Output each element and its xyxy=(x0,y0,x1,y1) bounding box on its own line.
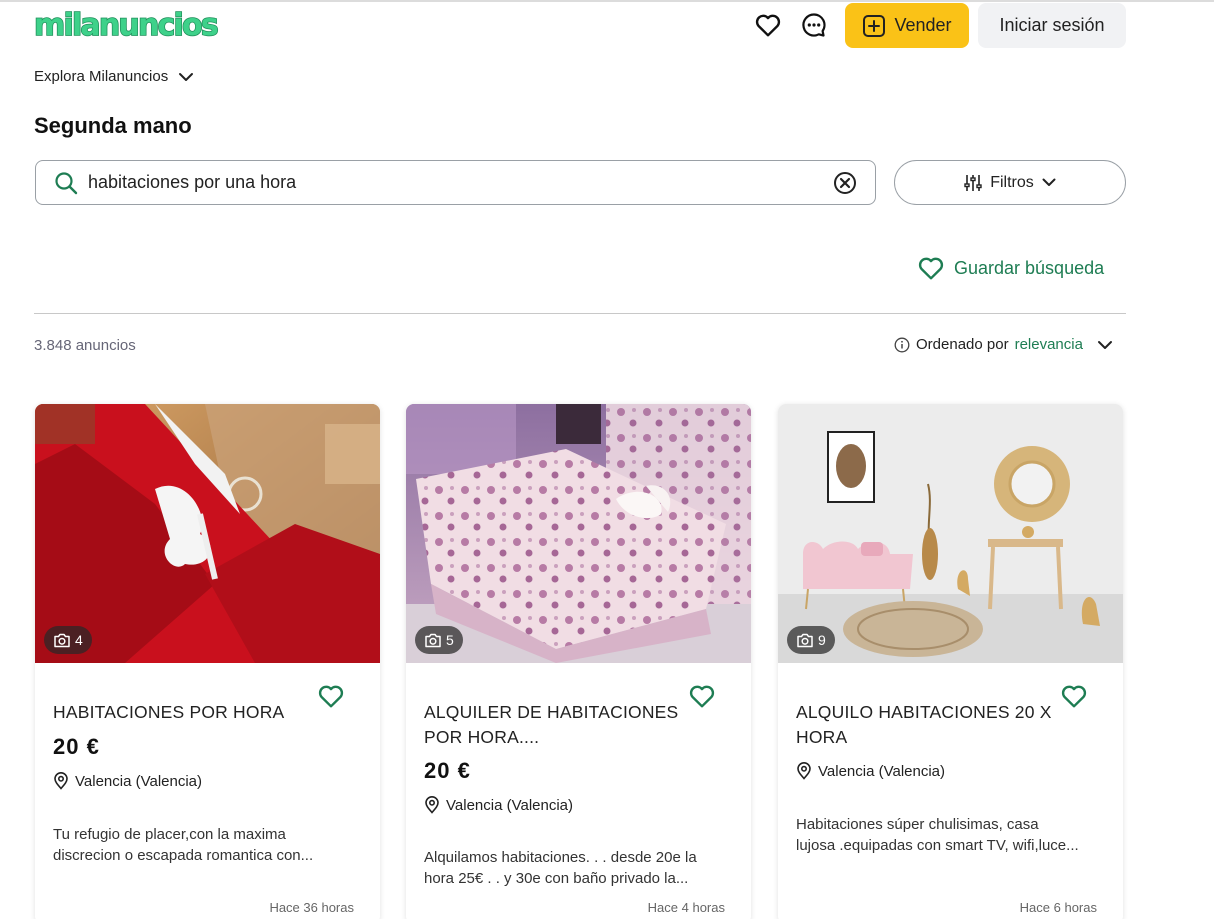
location-pin-icon xyxy=(425,796,439,814)
photo-count-badge: 5 xyxy=(415,626,463,654)
save-search-label: Guardar búsqueda xyxy=(954,257,1105,278)
listing-description: Habitaciones súper chulisimas, casa lujo… xyxy=(796,814,1096,856)
results-count: 3.848 anuncios xyxy=(34,337,136,354)
location-pin-icon xyxy=(54,772,68,790)
chevron-down-icon xyxy=(1042,178,1056,186)
sort-prefix: Ordenado por xyxy=(916,336,1009,353)
location-pin-icon xyxy=(797,762,811,780)
save-search-button[interactable]: Guardar búsqueda xyxy=(918,256,1104,280)
sort-selector[interactable]: Ordenado por relevancia xyxy=(894,336,1113,353)
location-label: Valencia (Valencia) xyxy=(818,762,946,780)
top-border xyxy=(0,0,1214,2)
chat-bubble-icon xyxy=(802,13,826,37)
description-line: Habitaciones súper chulisimas, casa xyxy=(796,816,1039,833)
chevron-down-icon xyxy=(1097,340,1112,349)
clear-search-button[interactable] xyxy=(833,171,857,195)
heart-icon xyxy=(689,685,715,708)
heart-icon xyxy=(318,685,344,708)
description-line: hora 25€ . . y 30e con baño privado la..… xyxy=(424,870,689,887)
listing-description: Alquilamos habitaciones. . . desde 20e l… xyxy=(424,847,724,889)
explore-menu[interactable]: Explora Milanuncios xyxy=(34,68,194,85)
sell-button[interactable]: Vender xyxy=(845,3,969,48)
listing-title[interactable]: ALQUILER DE HABITACIONES POR HORA.... xyxy=(424,700,682,750)
listing-image[interactable]: 9 xyxy=(778,404,1123,663)
photo-count: 5 xyxy=(446,632,454,648)
chevron-down-icon xyxy=(179,72,194,81)
favorite-button[interactable] xyxy=(688,682,716,710)
description-line: Tu refugio de placer,con la maxima xyxy=(53,826,286,843)
photo-count: 9 xyxy=(818,632,826,648)
listing-price: 20 € xyxy=(53,734,100,759)
favorite-button[interactable] xyxy=(317,682,345,710)
listing-card[interactable]: 5 ALQUILER DE HABITACIONES POR HORA.... … xyxy=(406,404,751,919)
listing-card[interactable]: 9 ALQUILO HABITACIONES 20 X HORA Valenci… xyxy=(778,404,1123,919)
photo-count-badge: 4 xyxy=(44,626,92,654)
filters-button[interactable]: Filtros xyxy=(894,160,1126,205)
description-line: Alquilamos habitaciones. . . desde 20e l… xyxy=(424,849,697,866)
listing-image[interactable]: 4 xyxy=(35,404,380,663)
search-bar[interactable] xyxy=(35,160,876,205)
listing-title[interactable]: HABITACIONES POR HORA xyxy=(53,700,311,725)
photo-count: 4 xyxy=(75,632,83,648)
description-line: lujosa .equipadas con smart TV, wifi,luc… xyxy=(796,837,1079,854)
description-line: discrecion o escapada romantica con... xyxy=(53,847,314,864)
listing-price: 20 € xyxy=(424,758,471,783)
divider xyxy=(34,313,1126,314)
listing-time: Hace 6 horas xyxy=(1019,900,1097,915)
location-label: Valencia (Valencia) xyxy=(75,772,203,790)
photo-count-badge: 9 xyxy=(787,626,835,654)
favorites-button[interactable] xyxy=(753,10,783,40)
search-input[interactable] xyxy=(88,172,833,193)
heart-icon xyxy=(755,14,781,37)
explore-label: Explora Milanuncios xyxy=(34,68,169,85)
camera-icon xyxy=(797,633,813,647)
heart-icon xyxy=(1061,685,1087,708)
listing-description: Tu refugio de placer,con la maxima discr… xyxy=(53,824,353,866)
listing-location: Valencia (Valencia) xyxy=(53,772,202,790)
site-logo[interactable]: milanuncios xyxy=(33,7,219,44)
sell-label: Vender xyxy=(894,15,952,35)
page-title: Segunda mano xyxy=(34,113,192,138)
favorite-button[interactable] xyxy=(1060,682,1088,710)
listing-location: Valencia (Valencia) xyxy=(796,762,945,780)
listing-title[interactable]: ALQUILO HABITACIONES 20 X HORA xyxy=(796,700,1054,750)
plus-square-icon xyxy=(863,14,886,37)
camera-icon xyxy=(425,633,441,647)
info-icon xyxy=(894,337,910,352)
camera-icon xyxy=(54,633,70,647)
login-button[interactable]: Iniciar sesión xyxy=(978,3,1126,48)
listing-card[interactable]: 4 HABITACIONES POR HORA 20 € Valencia (V… xyxy=(35,404,380,919)
clear-circle-icon xyxy=(834,171,856,194)
listing-time: Hace 4 horas xyxy=(647,900,725,915)
listing-image[interactable]: 5 xyxy=(406,404,751,663)
location-label: Valencia (Valencia) xyxy=(446,796,574,814)
search-icon xyxy=(55,171,78,194)
filters-label: Filtros xyxy=(990,173,1034,191)
heart-icon xyxy=(918,257,944,280)
listing-location: Valencia (Valencia) xyxy=(424,796,573,814)
sliders-icon xyxy=(964,174,982,191)
messages-button[interactable] xyxy=(799,10,829,40)
sort-value: relevancia xyxy=(1014,336,1083,353)
listing-time: Hace 36 horas xyxy=(269,900,354,915)
